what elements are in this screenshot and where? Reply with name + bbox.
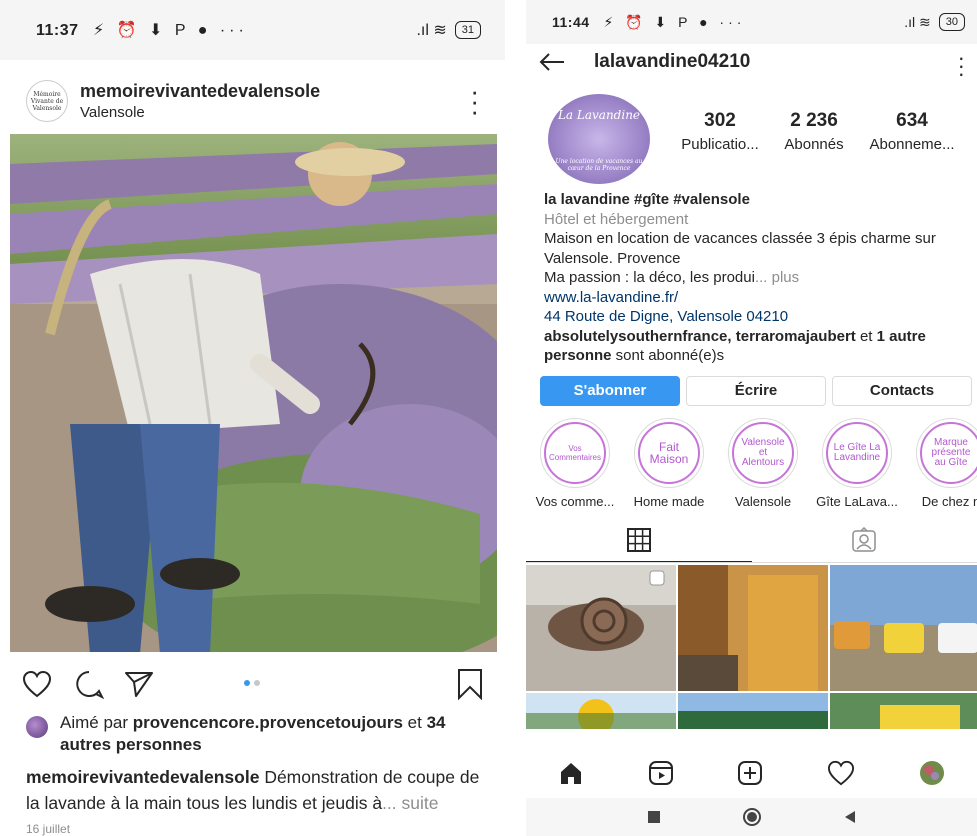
tagged-person-icon: [852, 527, 876, 552]
honeycomb-photo: [678, 564, 828, 691]
grid-post[interactable]: [678, 564, 828, 691]
comment-icon[interactable]: [74, 669, 104, 699]
back-triangle-icon[interactable]: [843, 810, 857, 824]
likes-count[interactable]: 34: [427, 713, 446, 732]
follow-button[interactable]: S'abonner: [540, 375, 680, 406]
bio-address-link[interactable]: 44 Route de Digne, Valensole 04210: [544, 307, 963, 327]
back-arrow-icon[interactable]: [538, 52, 566, 72]
post-header: Mémoire Vivante de Valensole memoireviva…: [0, 60, 505, 142]
profile-bio: la lavandine #gîte #valensole Hôtel et h…: [526, 190, 977, 366]
carousel-dot-active: [244, 680, 250, 686]
beehive-photo: [830, 692, 977, 729]
profile-username: lalavandine04210: [594, 51, 751, 72]
post-location[interactable]: Valensole: [80, 104, 320, 121]
signal-wifi-icon: .ıl ≋: [904, 13, 931, 30]
bookmark-save-icon[interactable]: [457, 668, 483, 700]
battery-icon: 30: [938, 13, 965, 31]
signal-wifi-icon: .ıl ≋: [416, 22, 447, 39]
bio-more-link[interactable]: ... plus: [755, 269, 799, 286]
bio-category: Hôtel et hébergement: [544, 210, 689, 228]
tab-tagged[interactable]: [752, 519, 977, 562]
liker-username[interactable]: provencencore.provencetoujours: [133, 713, 403, 732]
post-photo[interactable]: [10, 134, 497, 652]
recent-apps-square-icon[interactable]: [647, 810, 661, 824]
status-bar: 11:44 ⚡ ⏰ ⬇ P ● ··· .ıl ≋ 30: [526, 0, 977, 44]
grid-icon: [626, 527, 651, 552]
highlight-item[interactable]: Marque présente au Gîte De chez n: [916, 417, 977, 509]
lavender-harvest-image: [10, 134, 497, 652]
message-button[interactable]: Écrire: [686, 375, 826, 406]
new-post-plus-icon[interactable]: [737, 760, 763, 786]
home-circle-icon[interactable]: [742, 807, 762, 827]
status-icons: ⚡ ⏰ ⬇ P ● ···: [603, 13, 746, 30]
profile-top-nav: lalavandine04210 · · ·: [526, 44, 977, 85]
more-options-icon[interactable]: · · ·: [470, 78, 479, 124]
highlight-item[interactable]: Fait Maison Home made: [634, 417, 704, 509]
post-avatar[interactable]: Mémoire Vivante de Valensole: [26, 80, 68, 122]
followed-by[interactable]: absolutelysouthernfrance, terraromajaube…: [544, 327, 963, 366]
tab-grid[interactable]: [526, 519, 752, 562]
profile-avatar[interactable]: La Lavandine Une location de vacances au…: [548, 94, 650, 184]
post-actions: [22, 662, 483, 706]
grid-post[interactable]: [526, 692, 676, 729]
activity-heart-icon[interactable]: [827, 760, 855, 786]
profile-tabs: [526, 519, 977, 563]
caption-more-link[interactable]: ... suite: [382, 793, 438, 813]
story-highlights: Vos Commentaires Vos comme... Fait Maiso…: [526, 406, 977, 509]
home-icon[interactable]: [558, 760, 584, 786]
left-phone-screen: 11:37 ⚡ ⏰ ⬇ P ● ··· .ıl ≋ 31 Mémoire Viv…: [0, 0, 505, 836]
carousel-indicator: [244, 680, 260, 686]
android-system-nav: [526, 798, 977, 836]
right-phone-screen: 11:44 ⚡ ⏰ ⬇ P ● ··· .ıl ≋ 30 lalavandine…: [526, 0, 977, 836]
post-date: 16 juillet: [26, 822, 71, 836]
post-username[interactable]: memoirevivantedevalensole: [80, 81, 320, 102]
stat-followers[interactable]: 2 236 Abonnés: [766, 110, 862, 153]
status-bar: 11:37 ⚡ ⏰ ⬇ P ● ··· .ıl ≋ 31: [0, 0, 505, 60]
likes-summary[interactable]: Aimé par provencencore.provencetoujours …: [26, 712, 477, 756]
bio-description: Maison en location de vacances classée 3…: [544, 230, 936, 267]
like-heart-icon[interactable]: [22, 670, 52, 698]
highlight-item[interactable]: Valensole et Alentours Valensole: [728, 417, 798, 509]
status-time: 11:37: [36, 22, 79, 39]
profile-header: La Lavandine Une location de vacances au…: [526, 80, 977, 190]
status-icons: ⚡ ⏰ ⬇ P ● ···: [93, 22, 248, 39]
battery-icon: 31: [454, 21, 481, 39]
caption-username[interactable]: memoirevivantedevalensole: [26, 767, 259, 787]
likes-others[interactable]: autres personnes: [60, 735, 202, 754]
reels-video-icon[interactable]: [648, 760, 674, 786]
profile-avatar-icon[interactable]: [919, 760, 945, 786]
more-options-icon[interactable]: · · ·: [958, 47, 965, 85]
grid-post[interactable]: [526, 564, 676, 691]
landscape-photo: [678, 692, 828, 729]
carousel-dot: [254, 680, 260, 686]
profile-buttons: S'abonner Écrire Contacts: [526, 375, 977, 406]
liker-avatar: [26, 716, 48, 738]
bio-description-2: Ma passion : la déco, les produi: [544, 269, 755, 286]
grid-post[interactable]: [830, 692, 977, 729]
highlight-item[interactable]: Le Gîte La Lavandine Gîte LaLava...: [816, 417, 898, 509]
snail-photo: [526, 564, 676, 691]
bio-name: la lavandine #gîte #valensole: [544, 191, 750, 208]
share-send-icon[interactable]: [124, 670, 154, 698]
stat-following[interactable]: 634 Abonneme...: [862, 110, 962, 153]
grid-post[interactable]: [678, 692, 828, 729]
grid-post[interactable]: [830, 564, 977, 691]
posts-grid: [526, 564, 977, 729]
highlight-item[interactable]: Vos Commentaires Vos comme...: [536, 417, 614, 509]
bottom-navigation: [526, 748, 977, 798]
sunflower-photo: [526, 692, 676, 729]
status-time: 11:44: [552, 13, 590, 30]
contacts-button[interactable]: Contacts: [832, 375, 972, 406]
profile-stats: 302 Publicatio... 2 236 Abonnés 634 Abon…: [674, 110, 977, 153]
bio-website-link[interactable]: www.la-lavandine.fr/: [544, 288, 963, 308]
post-caption: memoirevivantedevalensole Démonstration …: [26, 764, 481, 816]
stat-posts[interactable]: 302 Publicatio...: [674, 110, 766, 153]
vintage-cars-photo: [830, 564, 977, 691]
